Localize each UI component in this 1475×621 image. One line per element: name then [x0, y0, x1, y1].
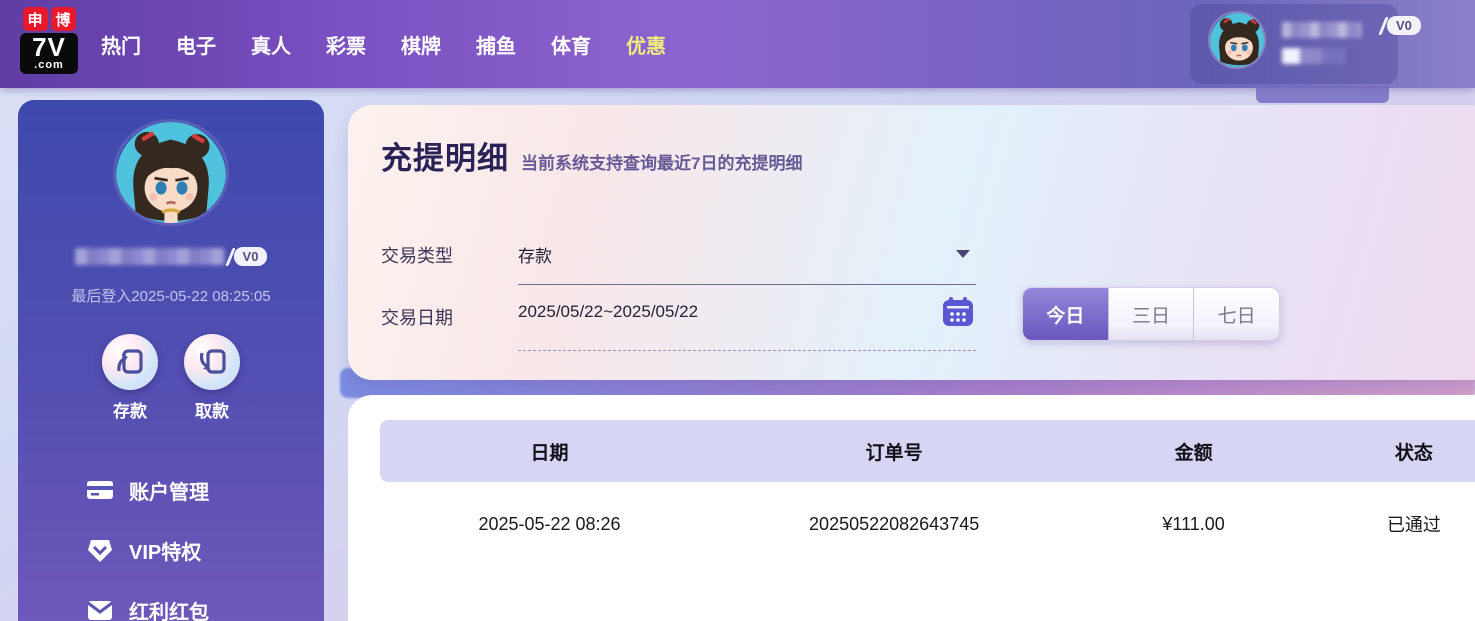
- col-header-order: 订单号: [865, 442, 923, 464]
- transaction-date-value: 2025/05/22~2025/05/22: [518, 302, 699, 321]
- last-login-text: 最后登入2025-05-22 08:25:05: [71, 288, 271, 305]
- page-title: 充提明细: [381, 141, 509, 176]
- col-header-amount: 金额: [1174, 442, 1213, 464]
- sidebar-vip-badge: V0: [224, 247, 268, 267]
- records-table-card: 日期 订单号 金额 状态 2025-05-22 08:26 2025052208…: [348, 395, 1475, 621]
- chevron-down-icon: [956, 250, 970, 258]
- col-header-status: 状态: [1394, 442, 1433, 464]
- cell-date: 2025-05-22 08:26: [478, 513, 621, 534]
- nav-item-sports[interactable]: 体育: [551, 30, 591, 59]
- site-logo[interactable]: 申 博 7V .com: [20, 7, 78, 74]
- date-range-tabs: 今日 三日 七日: [1022, 287, 1280, 341]
- vip-level-label: V0: [1387, 16, 1421, 35]
- logo-7v: 7V: [32, 32, 66, 62]
- table-header-row: 日期 订单号 金额 状态: [380, 420, 1475, 482]
- tab-three-days[interactable]: 三日: [1107, 288, 1194, 340]
- menu-label-vip: VIP特权: [129, 541, 202, 564]
- avatar-girl-icon: [116, 122, 226, 223]
- sidebar-username-row: V0: [74, 247, 268, 267]
- nav-menu: 热门 电子 真人 彩票 棋牌 捕鱼 体育 优惠: [101, 0, 666, 88]
- tab-today[interactable]: 今日: [1023, 288, 1108, 340]
- sidebar-item-account[interactable]: 账户管理: [18, 460, 324, 520]
- user-dropdown-stub: [1256, 86, 1389, 103]
- col-header-date: 日期: [530, 442, 569, 464]
- sidebar-username-blurred: [74, 248, 225, 266]
- page-subtitle: 当前系统支持查询最近7日的充提明细: [521, 154, 803, 173]
- table-row: 2025-05-22 08:26 20250522082643745 ¥111.…: [380, 482, 1475, 566]
- sidebar-menu: 账户管理 VIP特权 红利红包: [18, 460, 324, 621]
- nav-item-slots[interactable]: 电子: [176, 30, 216, 59]
- filter-card: 充提明细 当前系统支持查询最近7日的充提明细 交易类型 存款 交易日期 2025…: [348, 105, 1475, 380]
- tab-seven-days[interactable]: 七日: [1193, 288, 1279, 340]
- transaction-type-select[interactable]: 存款: [518, 239, 976, 285]
- logo-box: 7V .com: [20, 33, 78, 74]
- bank-card-icon: [85, 479, 115, 501]
- menu-label-bonus: 红利红包: [129, 601, 209, 621]
- nav-item-cards[interactable]: 棋牌: [401, 30, 441, 59]
- cell-order-number: 20250522082643745: [809, 513, 980, 534]
- account-sidebar: V0 最后登入2025-05-22 08:25:05 存款 取款 账户管理 VI…: [18, 100, 324, 621]
- transaction-type-label: 交易类型: [381, 246, 453, 266]
- transaction-date-input[interactable]: 2025/05/22~2025/05/22: [518, 297, 976, 351]
- user-balance-blurred: [1282, 48, 1346, 64]
- nav-item-hot[interactable]: 热门: [101, 30, 141, 59]
- logo-tile-2: 博: [50, 7, 76, 31]
- logo-tile-1: 申: [22, 7, 48, 31]
- logo-com: .com: [34, 59, 64, 71]
- deposit-button[interactable]: 存款: [102, 334, 158, 422]
- withdraw-button[interactable]: 取款: [184, 334, 240, 422]
- user-name-blurred: [1282, 22, 1362, 38]
- sidebar-item-vip[interactable]: VIP特权: [18, 520, 324, 580]
- nav-item-promos[interactable]: 优惠: [626, 30, 666, 59]
- nav-item-live[interactable]: 真人: [251, 30, 291, 59]
- menu-label-account: 账户管理: [129, 481, 209, 504]
- nav-item-fishing[interactable]: 捕鱼: [476, 30, 516, 59]
- top-navbar: 申 博 7V .com 热门 电子 真人 彩票 棋牌 捕鱼 体育 优惠 V0: [0, 0, 1475, 88]
- red-envelope-icon: [85, 600, 115, 621]
- nav-item-lottery[interactable]: 彩票: [326, 30, 366, 59]
- withdraw-icon: [184, 334, 240, 390]
- user-avatar[interactable]: [1208, 11, 1266, 69]
- quick-actions: 存款 取款: [102, 334, 240, 422]
- records-table: 日期 订单号 金额 状态 2025-05-22 08:26 2025052208…: [380, 420, 1475, 566]
- cell-amount: ¥111.00: [1162, 513, 1225, 534]
- deposit-label: 存款: [113, 402, 147, 421]
- sidebar-avatar: [116, 122, 226, 223]
- calendar-icon[interactable]: [942, 297, 974, 332]
- vip-shield-icon: [85, 538, 115, 562]
- transaction-date-label: 交易日期: [381, 308, 453, 328]
- cell-status: 已通过: [1386, 515, 1441, 535]
- sidebar-item-bonus[interactable]: 红利红包: [18, 580, 324, 621]
- nav-vip-badge: V0: [1378, 16, 1421, 35]
- vip-level-label: V0: [233, 247, 268, 267]
- withdraw-label: 取款: [195, 402, 229, 421]
- deposit-icon: [102, 334, 158, 390]
- transaction-type-value: 存款: [518, 247, 552, 266]
